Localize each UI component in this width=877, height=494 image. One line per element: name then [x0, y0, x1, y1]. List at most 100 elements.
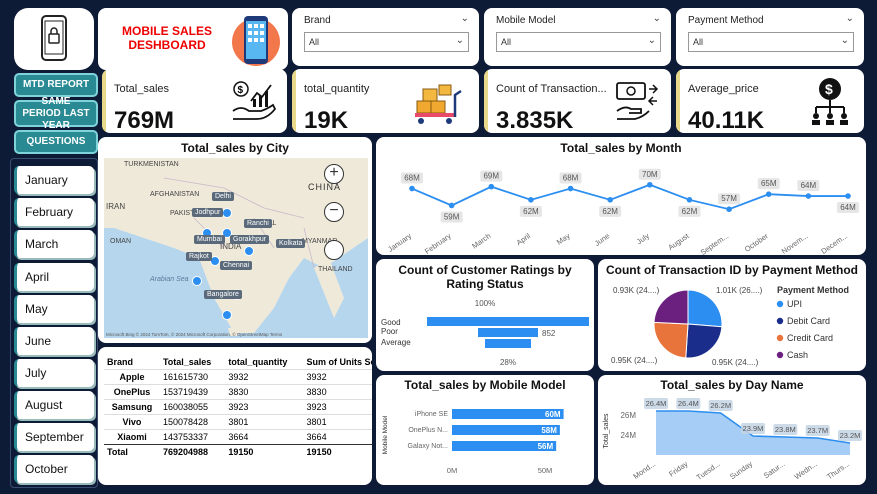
table-row[interactable]: Apple 161615730 3932 3932	[104, 369, 372, 385]
data-point	[647, 181, 653, 188]
table-row[interactable]: Xiaomi 143753337 3664 3664	[104, 429, 372, 445]
brand-cell: Xiaomi	[117, 432, 147, 442]
money-hand-chart-icon: $	[232, 81, 277, 120]
map-card: Total_sales by City TURKMENISTAN CHINA A…	[98, 137, 372, 343]
month-september[interactable]: September	[14, 423, 94, 451]
kpi-label: Average_price	[688, 83, 759, 95]
zoom-in-button[interactable]: +	[324, 164, 344, 184]
data-label: 58M	[541, 426, 557, 435]
mtd-report-button[interactable]: MTD REPORT	[14, 73, 98, 97]
chevron-down-icon: ⌄	[840, 35, 849, 46]
title-card: MOBILE SALES DESHBOARD	[98, 8, 288, 70]
value-cell: 150078428	[162, 417, 209, 427]
chart-title: Total_sales by Mobile Model	[404, 378, 566, 392]
slicer-dropdown[interactable]: All ⌄	[496, 32, 661, 52]
pie-slice	[653, 289, 689, 325]
city-label: Kolkata	[276, 239, 306, 248]
data-point	[845, 193, 851, 199]
month-may[interactable]: May	[14, 295, 94, 323]
col-header[interactable]: Sum of Units Sold	[304, 355, 372, 370]
chevron-down-icon[interactable]: ⌄	[846, 13, 854, 24]
chevron-down-icon[interactable]: ⌄	[653, 13, 661, 24]
kpi-total-sales: Total_sales 769M $	[102, 69, 287, 133]
x-tick-label: May	[555, 231, 572, 247]
col-header[interactable]: Total_sales	[160, 355, 225, 370]
table-row[interactable]: OnePlus 153719439 3830 3830	[104, 384, 372, 400]
payment-method-chart: 1.01K (26....) 0.95K (24....) 0.95K (24...…	[611, 285, 849, 367]
payment-method-card: Count of Transaction ID by Payment Metho…	[598, 259, 866, 371]
same-period-last-year-button[interactable]: SAME PERIOD LAST YEAR	[14, 96, 98, 131]
map-bubble[interactable]	[222, 310, 232, 320]
slicer-payment-method[interactable]: Payment Method ⌄ All ⌄	[676, 8, 864, 66]
slice-label: 0.95K (24....)	[712, 358, 759, 367]
bar	[485, 339, 531, 348]
city-label: Rajkot	[186, 252, 212, 261]
pie-slice	[685, 323, 723, 359]
slicer-mobile-model[interactable]: Mobile Model ⌄ All ⌄	[484, 8, 671, 66]
svg-text:$: $	[238, 85, 244, 96]
legend-title: Payment Method	[777, 285, 849, 295]
category-label: Average	[381, 338, 411, 347]
x-tick-label: Decem...	[819, 231, 849, 255]
data-label: 56M	[538, 442, 554, 451]
col-header[interactable]: total_quantity	[225, 355, 303, 370]
map-area[interactable]: TURKMENISTAN CHINA AFGHANISTAN PAKISTAN …	[104, 158, 368, 338]
slicer-brand[interactable]: Brand ⌄ All ⌄	[292, 8, 479, 66]
line-series	[411, 183, 848, 211]
map-bubble[interactable]	[222, 208, 232, 218]
month-february[interactable]: February	[14, 198, 94, 226]
city-label: Bangalore	[204, 290, 242, 299]
map-title: Total_sales by City	[181, 141, 289, 155]
data-point	[488, 183, 495, 190]
y-axis-label: Mobile Model	[382, 415, 389, 454]
month-april[interactable]: April	[14, 263, 94, 291]
value-cell: 160038055	[162, 402, 209, 412]
x-tick-label: October	[743, 231, 770, 254]
questions-button[interactable]: QUESTIONS	[14, 130, 98, 154]
data-label: 70M	[642, 170, 658, 179]
table-row[interactable]: Vivo 150078428 3801 3801	[104, 414, 372, 430]
slicer-dropdown[interactable]: All ⌄	[688, 32, 854, 52]
data-point	[567, 185, 574, 192]
map-bubble[interactable]	[192, 276, 202, 286]
map-attribution: Microsoft Bing © 2024 TomTom, © 2024 Mic…	[106, 332, 283, 337]
slicer-dropdown[interactable]: All ⌄	[304, 32, 469, 52]
data-label: 62M	[602, 207, 618, 216]
month-october[interactable]: October	[14, 455, 94, 483]
select-area-button[interactable]	[324, 240, 344, 260]
value-cell: 3932	[228, 372, 249, 382]
city-label: Delhi	[212, 192, 234, 201]
data-label: 23.2M	[840, 431, 861, 440]
x-tick-label: February	[423, 231, 453, 255]
country-label: AFGHANISTAN	[150, 191, 200, 198]
map-bubble[interactable]	[244, 246, 254, 256]
month-august[interactable]: August	[14, 391, 94, 419]
brand-cell: OnePlus	[113, 387, 151, 397]
table-row[interactable]: Samsung 160038055 3923 3923	[104, 399, 372, 415]
data-point	[765, 191, 772, 197]
month-july[interactable]: July	[14, 359, 94, 387]
value-cell: 3932	[306, 372, 327, 382]
x-tick-label: August	[666, 231, 691, 252]
pie-slice	[687, 289, 723, 328]
kpi-label: total_quantity	[304, 83, 370, 95]
kpi-value: 769M	[114, 107, 175, 133]
zoom-out-button[interactable]: −	[324, 202, 344, 222]
month-june[interactable]: June	[14, 327, 94, 355]
chart-title: Total_sales by Day Name	[660, 378, 804, 392]
col-header[interactable]: Brand	[104, 355, 160, 370]
month-march[interactable]: March	[14, 230, 94, 258]
phone-lock-icon	[41, 15, 67, 61]
x-tick-label: April	[515, 231, 533, 247]
x-tick-label: March	[470, 231, 492, 250]
month-january[interactable]: January	[14, 166, 94, 194]
chevron-down-icon[interactable]: ⌄	[461, 13, 469, 24]
dollar-hierarchy-icon: $	[812, 78, 848, 125]
data-label: 57M	[721, 194, 737, 203]
data-label: 69M	[483, 172, 499, 181]
logo-card	[14, 8, 94, 70]
category-label: Poor	[381, 327, 398, 336]
sales-by-month-card: Total_sales by Month 68M January 59M Februa…	[376, 137, 866, 255]
data-label: 68M	[563, 174, 579, 183]
pie-slice	[653, 321, 689, 359]
